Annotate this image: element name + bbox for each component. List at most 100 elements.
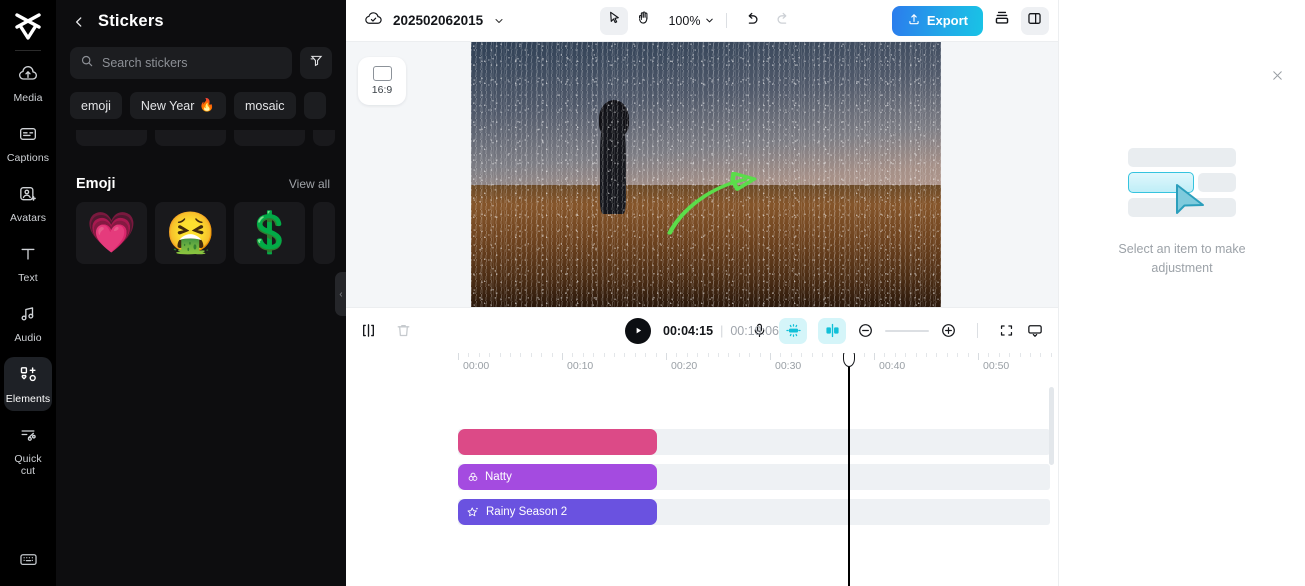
close-panel-button[interactable] bbox=[1270, 68, 1285, 83]
tag-chip-partial[interactable] bbox=[303, 92, 326, 119]
ruler-tick-minor bbox=[780, 353, 782, 357]
panel-layout-icon bbox=[1026, 10, 1043, 32]
export-button[interactable]: Export bbox=[891, 5, 983, 36]
rail-divider bbox=[15, 50, 41, 51]
zoom-slider[interactable] bbox=[885, 329, 929, 332]
sticker-cell[interactable]: 🎫 bbox=[234, 130, 305, 146]
sticker-cell[interactable] bbox=[313, 202, 335, 264]
ruler-label: 00:30 bbox=[775, 360, 802, 372]
zoom-level-value: 100% bbox=[668, 13, 701, 28]
delete-button[interactable] bbox=[395, 322, 412, 339]
sidebar-item-elements[interactable]: Elements bbox=[4, 357, 52, 411]
search-row bbox=[56, 41, 346, 79]
timeline-clip-2[interactable]: Rainy Season 2 bbox=[458, 499, 657, 525]
section-view-all[interactable]: View all bbox=[289, 177, 330, 191]
text-t-icon bbox=[18, 244, 38, 269]
hand-tool-button[interactable] bbox=[630, 7, 658, 35]
cloud-saved-icon[interactable] bbox=[364, 9, 383, 33]
sidebar-item-quick-cut[interactable]: Quick cut bbox=[4, 418, 52, 483]
chevron-down-icon[interactable] bbox=[493, 15, 505, 27]
sticker-cell[interactable]: 💗 bbox=[76, 202, 147, 264]
panel-collapse-handle[interactable] bbox=[335, 272, 346, 316]
ruler-label: 00:10 bbox=[567, 360, 594, 372]
time-readout: 00:04:15 | 00:19:06 bbox=[663, 324, 779, 338]
mirror-split-icon bbox=[825, 323, 839, 338]
select-tool-button[interactable] bbox=[600, 6, 629, 35]
timeline[interactable]: 00:00 00:10 00:20 00:30 00:40 00:50 Natt… bbox=[346, 353, 1058, 586]
track-row[interactable] bbox=[346, 429, 1058, 455]
tag-chips: emoji New Year 🔥 mosaic bbox=[56, 79, 346, 119]
layers-icon bbox=[993, 9, 1011, 32]
filter-button[interactable] bbox=[300, 47, 332, 79]
sidebar-item-captions[interactable]: Captions bbox=[4, 117, 52, 170]
sticker-cell[interactable] bbox=[313, 130, 335, 146]
close-icon bbox=[1273, 71, 1282, 80]
play-button[interactable] bbox=[625, 317, 652, 344]
ruler-tick-minor bbox=[697, 353, 699, 357]
timeline-scrollbar[interactable] bbox=[1049, 387, 1054, 465]
quick-cut-icon bbox=[18, 425, 38, 450]
sticker-cell[interactable]: 🤮 bbox=[155, 202, 226, 264]
fit-to-screen-button[interactable] bbox=[998, 322, 1015, 339]
green-curve-arrow-sticker[interactable] bbox=[664, 171, 758, 236]
adjustment-panel: Select an item to make adjustment bbox=[1058, 0, 1305, 586]
zoom-in-button[interactable] bbox=[940, 322, 957, 339]
timeline-clip-0[interactable] bbox=[458, 429, 657, 455]
sidebar-item-audio[interactable]: Audio bbox=[4, 297, 52, 350]
ruler-tick-minor bbox=[905, 353, 907, 357]
ruler-tick-minor bbox=[822, 353, 823, 357]
ruler-tick-minor bbox=[510, 353, 511, 357]
tag-chip[interactable]: mosaic bbox=[233, 92, 296, 119]
tag-label: New Year bbox=[140, 98, 195, 113]
search-input[interactable] bbox=[102, 56, 282, 70]
ruler-tick-minor bbox=[551, 353, 553, 357]
time-separator: | bbox=[720, 323, 724, 338]
sticker-cell[interactable]: 🖐 bbox=[76, 130, 147, 146]
present-button[interactable] bbox=[1026, 322, 1044, 340]
layers-button[interactable] bbox=[988, 7, 1016, 35]
fire-emoji-icon: 🔥 bbox=[199, 98, 215, 112]
tag-chip[interactable]: New Year 🔥 bbox=[129, 92, 226, 119]
sidebar-item-text[interactable]: Text bbox=[4, 237, 52, 290]
upload-icon bbox=[907, 12, 921, 29]
timeline-ruler[interactable]: 00:00 00:10 00:20 00:30 00:40 00:50 bbox=[346, 353, 1058, 377]
mirror-split-toggle[interactable] bbox=[818, 317, 846, 344]
top-actions: Export bbox=[891, 5, 1049, 36]
panel-title: Stickers bbox=[98, 12, 164, 30]
timeline-clip-1[interactable]: Natty bbox=[458, 464, 657, 490]
stickers-scroll-area[interactable]: 🖐 🏮 🎫 Emoji View all 💗 🤮 💲 bbox=[56, 130, 346, 586]
capcut-logo[interactable] bbox=[8, 8, 48, 44]
ruler-label: 00:40 bbox=[879, 360, 906, 372]
sidebar-item-avatars[interactable]: Avatars bbox=[4, 177, 52, 230]
project-info: 202502062015 bbox=[364, 9, 505, 33]
panel-back-button[interactable] bbox=[70, 13, 88, 31]
canvas-tools: 100% bbox=[600, 6, 796, 35]
redo-button[interactable] bbox=[768, 7, 796, 35]
project-name[interactable]: 202502062015 bbox=[393, 13, 483, 28]
track-row[interactable]: Rainy Season 2 bbox=[346, 499, 1058, 525]
cursor-arrow-icon bbox=[606, 10, 622, 31]
video-preview-canvas[interactable] bbox=[471, 42, 941, 307]
auto-effects-toggle[interactable] bbox=[779, 317, 807, 344]
timeline-playhead[interactable] bbox=[842, 353, 855, 586]
toggle-right-panel-button[interactable] bbox=[1020, 6, 1049, 35]
ruler-label: 00:20 bbox=[671, 360, 698, 372]
ruler-tick-minor bbox=[603, 353, 605, 357]
split-clip-button[interactable] bbox=[360, 322, 377, 339]
zoom-level-select[interactable]: 100% bbox=[668, 14, 715, 28]
keyboard-shortcuts-icon[interactable] bbox=[18, 549, 39, 570]
undo-icon bbox=[744, 10, 761, 32]
sticker-cell[interactable]: 🏮 bbox=[155, 130, 226, 146]
zoom-out-button[interactable] bbox=[857, 322, 874, 339]
ruler-tick-major bbox=[874, 353, 875, 360]
ruler-tick-major bbox=[770, 353, 771, 360]
sticker-cell[interactable]: 💲 bbox=[234, 202, 305, 264]
search-input-wrap[interactable] bbox=[70, 47, 292, 79]
playbar-divider bbox=[977, 323, 978, 338]
undo-button[interactable] bbox=[738, 7, 766, 35]
fullscreen-icon bbox=[1000, 325, 1013, 336]
tag-chip[interactable]: emoji bbox=[70, 92, 122, 119]
aspect-ratio-button[interactable]: 16:9 bbox=[358, 57, 406, 105]
sidebar-item-media[interactable]: Media bbox=[4, 57, 52, 110]
track-row[interactable]: Natty bbox=[346, 464, 1058, 490]
